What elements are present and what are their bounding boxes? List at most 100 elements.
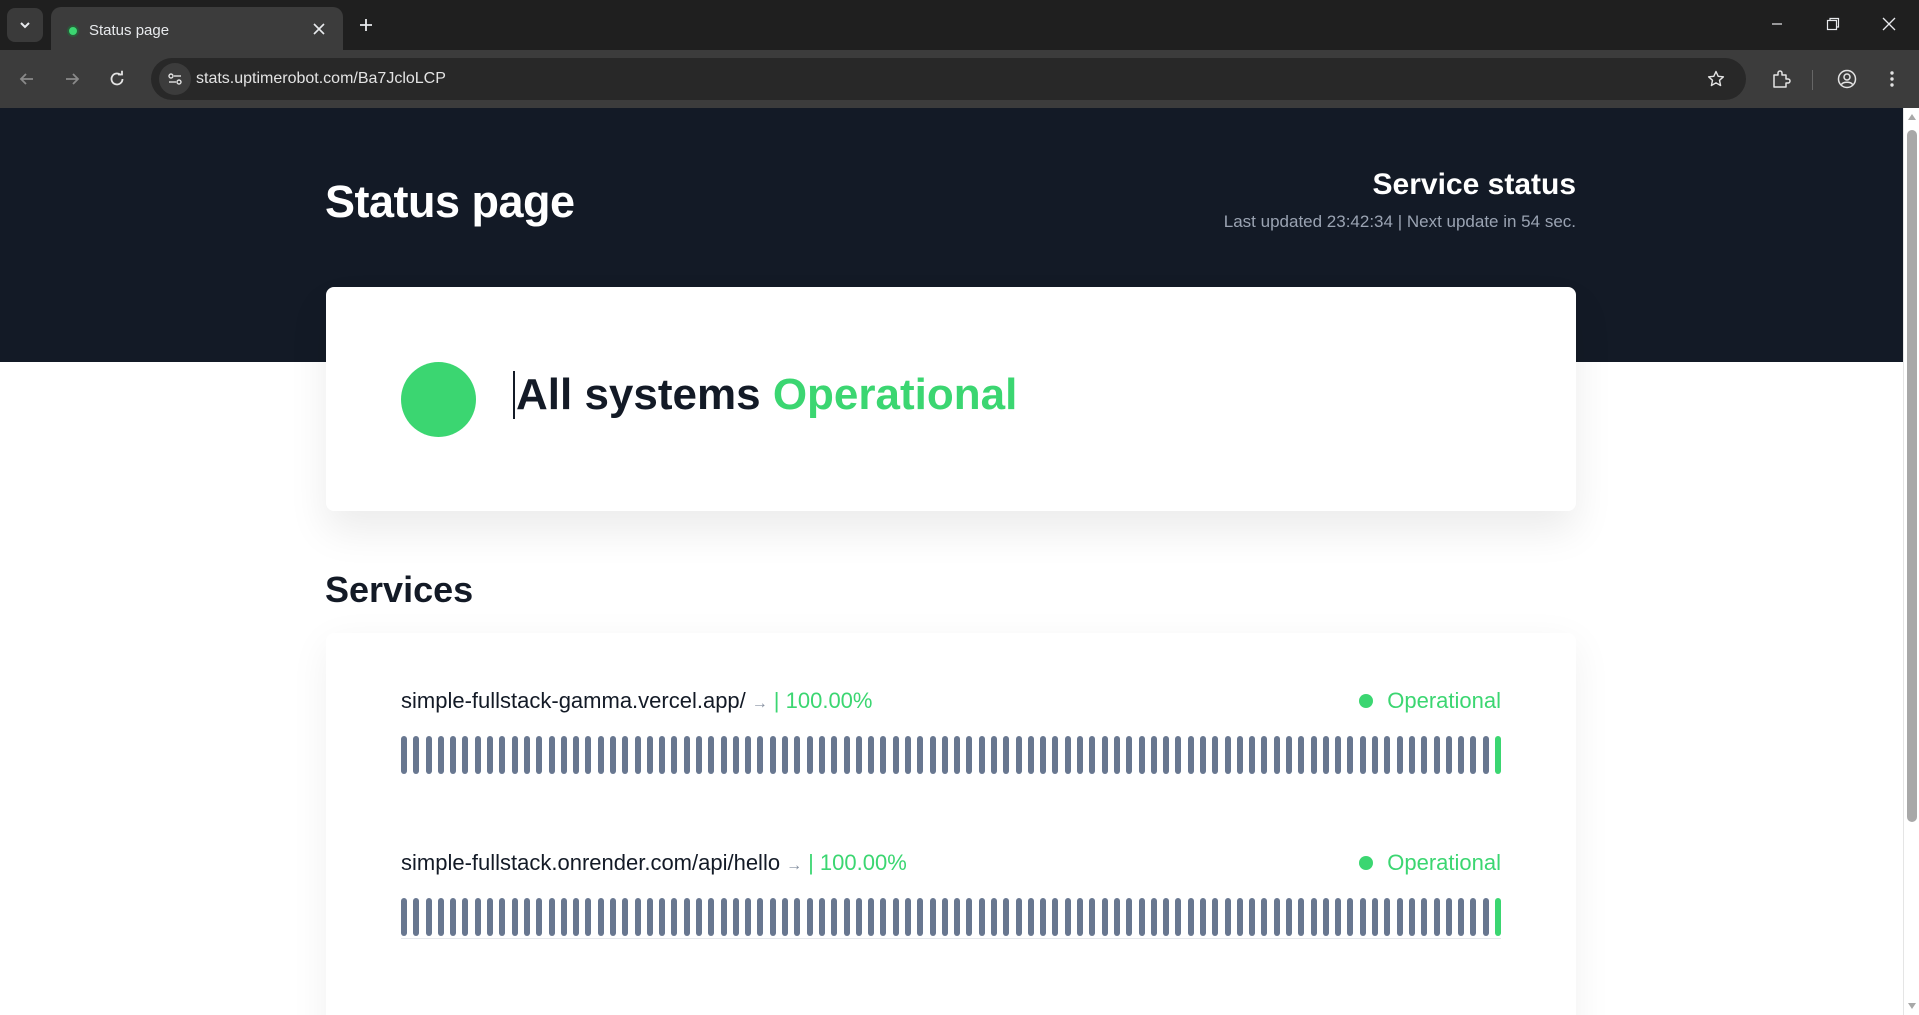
uptime-bar[interactable] [1101, 898, 1108, 936]
uptime-bar[interactable] [1138, 736, 1145, 774]
uptime-bar[interactable] [1199, 736, 1206, 774]
restore-icon[interactable] [1806, 4, 1860, 44]
uptime-bar[interactable] [1027, 736, 1034, 774]
uptime-bar[interactable] [1064, 736, 1071, 774]
uptime-bar[interactable] [757, 898, 764, 936]
url-text[interactable]: stats.uptimerobot.com/Ba7JcloLCP [196, 70, 446, 88]
uptime-bar[interactable] [560, 898, 567, 936]
uptime-bar[interactable] [769, 898, 776, 936]
uptime-bar[interactable] [1372, 898, 1379, 936]
uptime-bar[interactable] [1261, 736, 1268, 774]
uptime-bar[interactable] [978, 898, 985, 936]
uptime-bar[interactable] [474, 898, 481, 936]
profile-icon[interactable] [1829, 61, 1865, 97]
uptime-bar[interactable] [1322, 736, 1329, 774]
extensions-icon[interactable] [1763, 61, 1799, 97]
uptime-bar[interactable] [573, 898, 580, 936]
uptime-bar[interactable] [659, 898, 666, 936]
uptime-bar[interactable] [696, 736, 702, 774]
uptime-bar[interactable] [794, 898, 801, 936]
uptime-bar[interactable] [868, 898, 875, 936]
uptime-bar[interactable] [1372, 736, 1379, 774]
uptime-bar[interactable] [548, 736, 555, 774]
service-link[interactable]: simple-fullstack.onrender.com/api/hello [401, 850, 780, 875]
uptime-bar[interactable] [1470, 898, 1477, 936]
uptime-bar-current[interactable] [1495, 898, 1501, 936]
uptime-bar[interactable] [1298, 898, 1305, 936]
uptime-bar[interactable] [1482, 898, 1489, 936]
uptime-bar[interactable] [732, 736, 739, 774]
uptime-bar[interactable] [991, 898, 998, 936]
uptime-bar[interactable] [609, 898, 616, 936]
uptime-bar[interactable] [401, 736, 407, 774]
forward-icon[interactable] [54, 61, 90, 97]
browser-tab[interactable]: Status page [51, 7, 343, 50]
uptime-bar[interactable] [474, 736, 481, 774]
uptime-bar[interactable] [536, 736, 543, 774]
uptime-bar[interactable] [1187, 736, 1194, 774]
uptime-bar[interactable] [585, 736, 592, 774]
back-icon[interactable] [9, 61, 45, 97]
uptime-bar[interactable] [437, 898, 444, 936]
uptime-bar[interactable] [1347, 898, 1354, 936]
uptime-bar[interactable] [634, 898, 641, 936]
uptime-bar[interactable] [1408, 736, 1415, 774]
arrow-right-icon[interactable]: → [786, 857, 802, 874]
address-bar[interactable]: stats.uptimerobot.com/Ba7JcloLCP [151, 58, 1746, 100]
uptime-bar[interactable] [413, 898, 420, 936]
uptime-bar[interactable] [1298, 736, 1305, 774]
uptime-bar[interactable] [1335, 736, 1342, 774]
uptime-bar[interactable] [1310, 898, 1317, 936]
uptime-bar[interactable] [499, 736, 506, 774]
uptime-bar[interactable] [1396, 736, 1403, 774]
uptime-bar[interactable] [868, 736, 875, 774]
uptime-bar[interactable] [1470, 736, 1477, 774]
uptime-bar[interactable] [401, 898, 407, 936]
uptime-bar[interactable] [597, 898, 604, 936]
uptime-bar[interactable] [499, 898, 506, 936]
uptime-bar[interactable] [1236, 736, 1243, 774]
uptime-bar[interactable] [462, 736, 469, 774]
uptime-bar[interactable] [806, 736, 813, 774]
uptime-bar[interactable] [609, 736, 616, 774]
uptime-bar[interactable] [818, 898, 825, 936]
uptime-bar[interactable] [671, 898, 678, 936]
uptime-bar[interactable] [966, 898, 973, 936]
uptime-bar[interactable] [425, 898, 432, 936]
uptime-bar[interactable] [523, 898, 530, 936]
uptime-bar[interactable] [855, 898, 862, 936]
uptime-bar[interactable] [831, 736, 838, 774]
uptime-bar[interactable] [523, 736, 530, 774]
uptime-bar[interactable] [1113, 736, 1120, 774]
uptime-bar[interactable] [954, 736, 961, 774]
uptime-bar[interactable] [1150, 736, 1157, 774]
uptime-bar[interactable] [843, 736, 850, 774]
uptime-bar[interactable] [683, 736, 690, 774]
uptime-bar[interactable] [1384, 736, 1391, 774]
uptime-bar[interactable] [745, 898, 752, 936]
uptime-bar[interactable] [1113, 898, 1120, 936]
uptime-bar[interactable] [1187, 898, 1194, 936]
uptime-bar[interactable] [1433, 736, 1440, 774]
uptime-bar[interactable] [1175, 736, 1182, 774]
uptime-bar[interactable] [1408, 898, 1415, 936]
uptime-bar[interactable] [929, 736, 936, 774]
uptime-bar[interactable] [622, 736, 629, 774]
uptime-bar[interactable] [487, 736, 494, 774]
uptime-bar[interactable] [794, 736, 801, 774]
uptime-bar[interactable] [1273, 898, 1280, 936]
uptime-bar[interactable] [1040, 898, 1047, 936]
uptime-bar[interactable] [1163, 898, 1170, 936]
uptime-bar[interactable] [1003, 736, 1010, 774]
uptime-bar[interactable] [1359, 736, 1366, 774]
uptime-bar[interactable] [413, 736, 420, 774]
uptime-bar[interactable] [708, 736, 715, 774]
uptime-bar[interactable] [1015, 898, 1022, 936]
service-link[interactable]: simple-fullstack-gamma.vercel.app/ [401, 688, 746, 713]
uptime-bar[interactable] [1433, 898, 1440, 936]
uptime-bar[interactable] [917, 898, 924, 936]
scroll-up-icon[interactable] [1907, 112, 1917, 122]
uptime-bar[interactable] [880, 736, 887, 774]
uptime-bar[interactable] [671, 736, 678, 774]
uptime-bar[interactable] [1101, 736, 1108, 774]
